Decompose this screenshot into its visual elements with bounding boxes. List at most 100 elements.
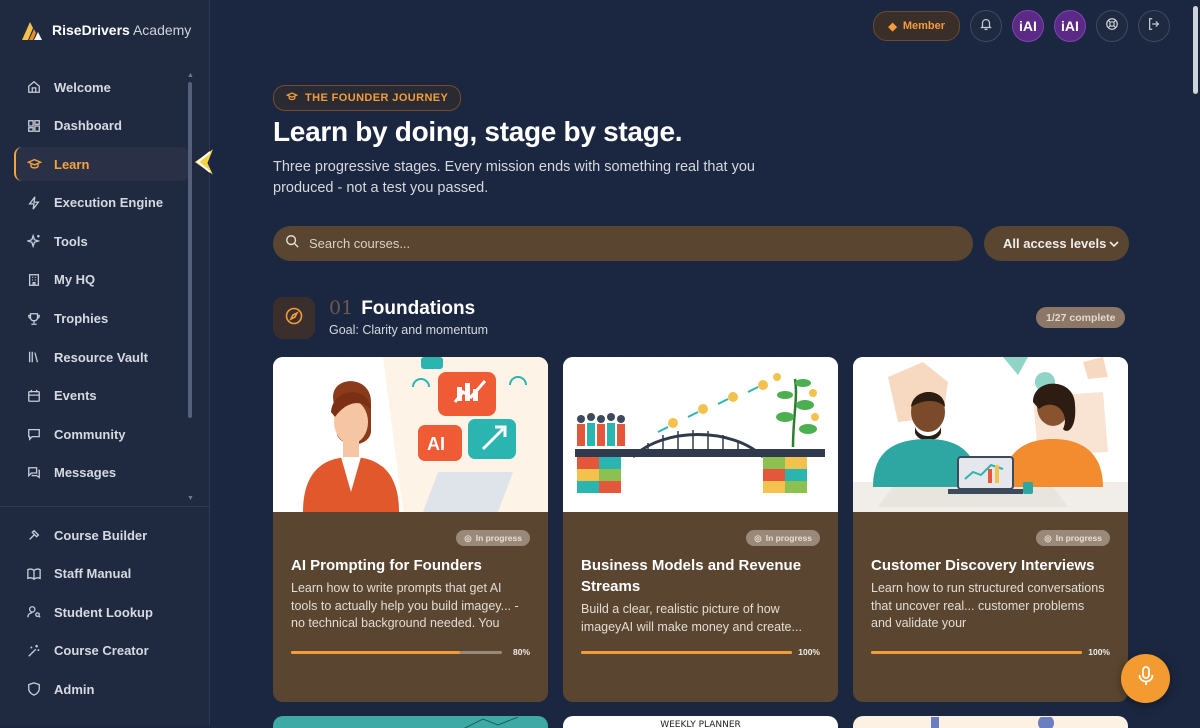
dashboard-icon xyxy=(26,118,42,134)
sidebar-item-label: Admin xyxy=(54,681,95,697)
wand-icon xyxy=(26,643,42,659)
course-card[interactable]: AI ◎ In progress AI Prompting for Founder… xyxy=(273,357,548,702)
support-button[interactable] xyxy=(1096,10,1128,42)
course-description: Learn how to write prompts that get AI t… xyxy=(291,581,519,630)
brand-logo-icon xyxy=(20,18,44,42)
progress-fill xyxy=(291,651,460,654)
course-image: AI xyxy=(273,357,548,512)
sidebar-item-label: Staff Manual xyxy=(54,566,132,582)
sidebar-divider xyxy=(0,506,209,507)
progress-fill xyxy=(581,651,792,654)
scroll-down-icon[interactable]: ▼ xyxy=(187,495,194,502)
brand[interactable]: RiseDrivers Academy xyxy=(20,18,191,42)
sidebar-item-label: Course Builder xyxy=(54,527,148,543)
logout-button[interactable] xyxy=(1138,10,1170,42)
chevron-down-icon xyxy=(1109,236,1119,251)
progress-label: 80% xyxy=(512,647,530,657)
search-input[interactable] xyxy=(307,235,911,252)
microphone-icon xyxy=(1137,666,1155,691)
access-level-select[interactable]: All access levels xyxy=(984,226,1129,261)
status-badge: ◎ In progress xyxy=(456,530,530,546)
building-icon xyxy=(26,272,42,288)
sidebar-item-label: Course Creator xyxy=(54,643,149,659)
sidebar-item-community[interactable]: Community xyxy=(14,417,189,451)
sidebar-item-dashboard[interactable]: Dashboard xyxy=(14,109,189,143)
sidebar-item-label: Execution Engine xyxy=(54,195,164,211)
sidebar-item-label: Community xyxy=(54,426,126,442)
sidebar-item-admin[interactable]: Admin xyxy=(14,672,189,706)
course-card[interactable]: ◎ In progress Customer Discovery Intervie… xyxy=(853,357,1128,702)
bell-icon xyxy=(979,17,993,36)
stage-complete-badge: 1/27 complete xyxy=(1036,307,1126,328)
sidebar-scroll-thumb[interactable] xyxy=(188,82,192,418)
member-button[interactable]: ◆ Member xyxy=(873,11,960,41)
course-image xyxy=(853,357,1128,512)
course-description: Learn how to run structured conversation… xyxy=(871,581,1105,630)
sidebar-item-staff-manual[interactable]: Staff Manual xyxy=(14,557,189,591)
stage-number: 01 xyxy=(329,297,354,319)
progress-bar xyxy=(871,651,1082,654)
member-label: Member xyxy=(902,20,945,32)
scroll-up-icon[interactable]: ▲ xyxy=(187,72,194,79)
sidebar-item-label: Messages xyxy=(54,465,117,481)
page-title: Learn by doing, stage by stage. xyxy=(273,116,683,147)
sidebar-item-execution-engine[interactable]: Execution Engine xyxy=(14,186,189,220)
sidebar-item-label: Welcome xyxy=(54,79,111,95)
course-card[interactable]: ◎ In progress Business Models and Revenue… xyxy=(563,357,838,702)
sparkles-icon xyxy=(26,233,42,249)
sidebar-item-events[interactable]: Events xyxy=(14,379,189,413)
sidebar-item-course-creator[interactable]: Course Creator xyxy=(14,634,189,668)
messages-icon xyxy=(26,465,42,481)
shield-icon xyxy=(26,681,42,697)
sidebar-item-label: Resource Vault xyxy=(54,349,148,365)
avatar[interactable]: iAI xyxy=(1054,10,1086,42)
notifications-button[interactable] xyxy=(970,10,1002,42)
stage-icon xyxy=(273,297,315,339)
stage-goal: Goal: Clarity and momentum xyxy=(329,323,489,337)
hammer-icon xyxy=(26,527,42,543)
compass-icon xyxy=(285,307,303,330)
course-title: Business Models and Revenue Streams xyxy=(581,557,802,595)
sidebar-item-course-builder[interactable]: Course Builder xyxy=(14,518,189,552)
sidebar-item-trophies[interactable]: Trophies xyxy=(14,302,189,336)
calendar-icon xyxy=(26,388,42,404)
lifebuoy-icon xyxy=(1105,17,1119,36)
journey-pill-label: THE FOUNDER JOURNEY xyxy=(305,92,449,104)
sidebar-item-label: Trophies xyxy=(54,311,109,327)
sidebar-item-messages[interactable]: Messages xyxy=(14,456,189,490)
top-bar: ◆ Member iAI iAI xyxy=(873,10,1170,42)
sidebar-item-student-lookup[interactable]: Student Lookup xyxy=(14,595,189,629)
main-nav: Welcome Dashboard Learn Execution Engine… xyxy=(14,70,189,495)
course-card-peek[interactable] xyxy=(273,716,548,728)
mouse-pointer-icon xyxy=(184,146,216,187)
sidebar-item-label: Dashboard xyxy=(54,118,122,134)
avatar[interactable]: iAI xyxy=(1012,10,1044,42)
search-icon xyxy=(285,234,299,253)
sidebar-item-welcome[interactable]: Welcome xyxy=(14,70,189,104)
sidebar-item-learn[interactable]: Learn xyxy=(14,147,189,182)
status-badge-label: In progress xyxy=(475,533,522,543)
logout-icon xyxy=(1147,17,1161,36)
clock-icon: ◎ xyxy=(1044,532,1052,543)
status-badge: ◎ In progress xyxy=(746,530,820,546)
diamond-icon: ◆ xyxy=(888,20,897,33)
course-image xyxy=(563,357,838,512)
stage-heading: 01 Foundations xyxy=(329,297,475,320)
page-scrollbar[interactable] xyxy=(1193,6,1198,94)
course-description: Build a clear, realistic picture of how … xyxy=(581,602,802,634)
sidebar-item-my-hq[interactable]: My HQ xyxy=(14,263,189,297)
sidebar-item-tools[interactable]: Tools xyxy=(14,224,189,258)
sidebar-item-label: Student Lookup xyxy=(54,604,153,620)
voice-assistant-button[interactable] xyxy=(1121,654,1170,703)
book-icon xyxy=(26,566,42,582)
course-card-peek[interactable] xyxy=(853,716,1128,728)
progress-label: 100% xyxy=(1088,647,1110,657)
sidebar-item-resource-vault[interactable]: Resource Vault xyxy=(14,340,189,374)
sidebar-item-label: Learn xyxy=(54,156,90,172)
sidebar-scrollbar[interactable]: ▲ ▼ xyxy=(187,72,194,502)
status-badge-label: In progress xyxy=(765,533,812,543)
trophy-icon xyxy=(26,311,42,327)
progress-fill xyxy=(871,651,1082,654)
sidebar: RiseDrivers Academy Welcome Dashboard Le… xyxy=(0,0,210,725)
course-card-peek[interactable]: WEEKLY PLANNER xyxy=(563,716,838,728)
